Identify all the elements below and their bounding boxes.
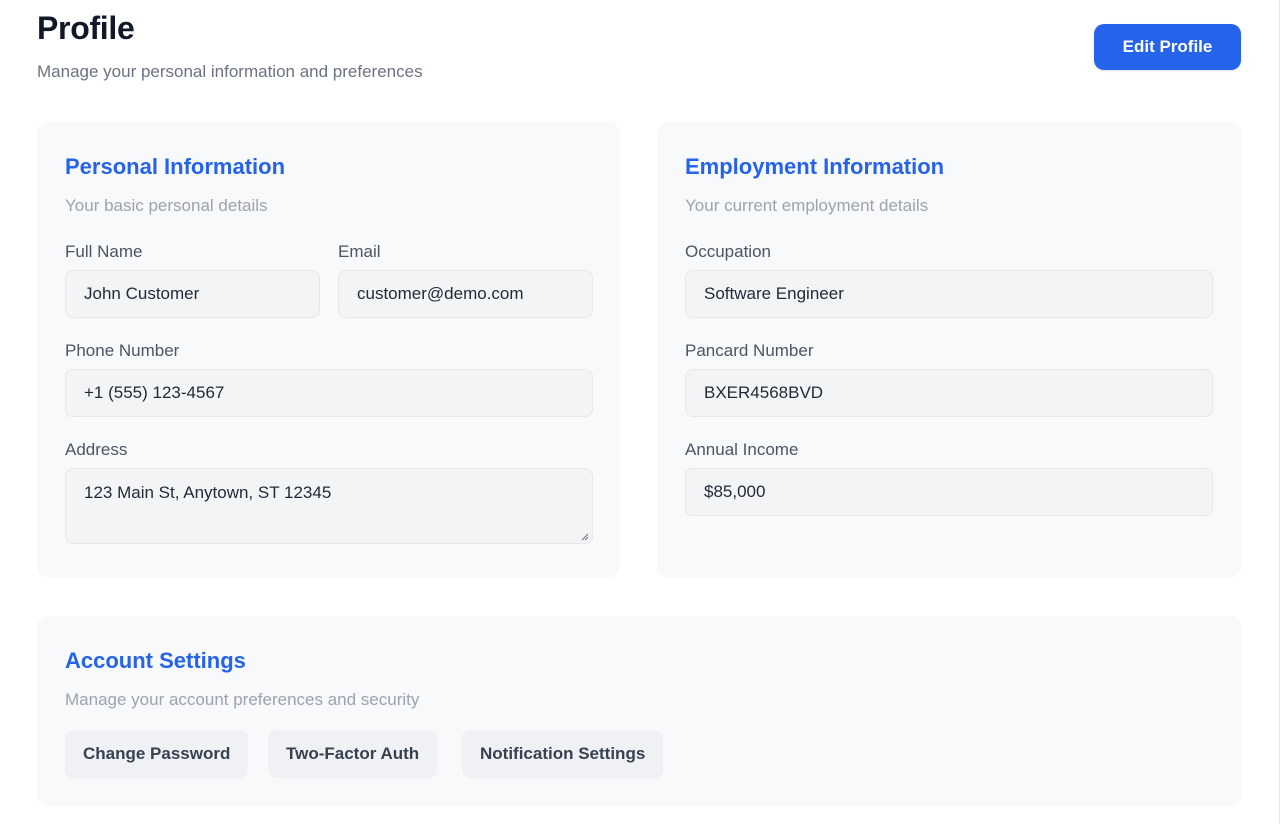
personal-information-card: Personal Information Your basic personal… (37, 122, 620, 578)
address-label: Address (65, 440, 128, 459)
notification-settings-button[interactable]: Notification Settings (462, 730, 664, 778)
employment-information-card: Employment Information Your current empl… (657, 122, 1241, 578)
annual-income-input[interactable] (685, 468, 1213, 516)
pancard-number-input[interactable] (685, 369, 1213, 417)
account-settings-title: Account Settings (65, 648, 246, 673)
employment-information-title: Employment Information (685, 154, 945, 179)
profile-page: Profile Manage your personal information… (0, 0, 1280, 824)
email-label: Email (338, 242, 381, 261)
personal-information-title: Personal Information (65, 154, 286, 179)
page-title: Profile (37, 10, 135, 46)
change-password-button[interactable]: Change Password (65, 730, 249, 778)
phone-number-input[interactable] (65, 369, 593, 417)
occupation-label: Occupation (685, 242, 771, 261)
textarea-resize-handle-icon[interactable] (581, 533, 589, 541)
annual-income-label: Annual Income (685, 440, 799, 459)
account-settings-card: Account Settings Manage your account pre… (37, 616, 1241, 806)
edit-profile-button[interactable]: Edit Profile (1094, 24, 1241, 70)
full-name-input[interactable] (65, 270, 320, 318)
personal-information-description: Your basic personal details (65, 196, 268, 215)
occupation-input[interactable] (685, 270, 1213, 318)
address-textarea[interactable]: 123 Main St, Anytown, ST 12345 (65, 468, 593, 544)
two-factor-auth-button[interactable]: Two-Factor Auth (268, 730, 438, 778)
page-subtitle: Manage your personal information and pre… (37, 62, 423, 81)
phone-number-label: Phone Number (65, 341, 180, 360)
pancard-number-label: Pancard Number (685, 341, 814, 360)
employment-information-description: Your current employment details (685, 196, 929, 215)
email-input[interactable] (338, 270, 593, 318)
full-name-label: Full Name (65, 242, 143, 261)
account-settings-description: Manage your account preferences and secu… (65, 690, 420, 709)
